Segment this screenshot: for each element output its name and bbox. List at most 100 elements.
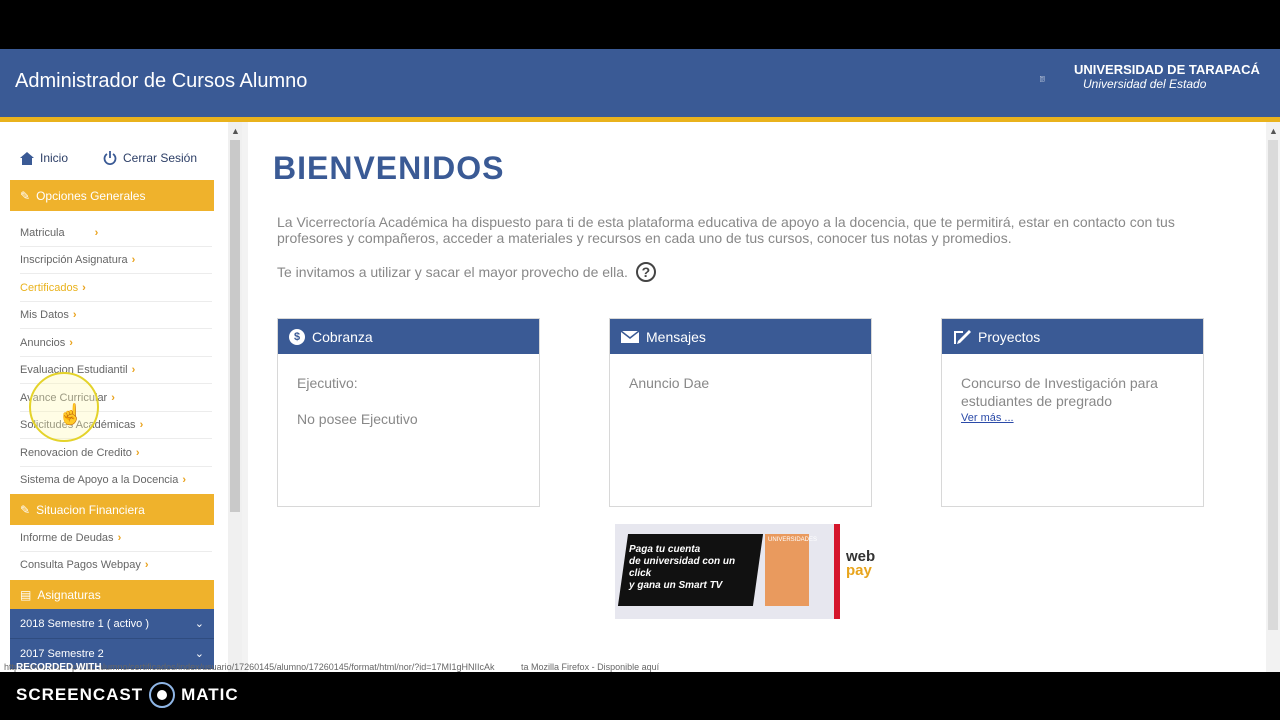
card-mensajes: Mensajes Anuncio Dae	[609, 318, 872, 507]
status-footer-note: ta Mozilla Firefox - Disponible aquí	[521, 662, 660, 672]
recorded-with-label: RECORDED WITH	[16, 662, 102, 673]
card-line: Concurso de Investigación para estudiant…	[961, 375, 1158, 409]
semester-label: 2018 Semestre 1 ( activo )	[20, 617, 150, 630]
record-dot-icon	[149, 682, 176, 708]
webpay-label-b: pay	[846, 562, 872, 579]
banner-line: y gana un Smart TV	[629, 580, 723, 591]
chevron-right-icon: ›	[182, 473, 187, 486]
dollar-icon: $	[289, 328, 305, 345]
chevron-right-icon: ›	[117, 531, 122, 544]
invite-row: Te invitamos a utilizar y sacar el mayor…	[277, 262, 656, 282]
scroll-up-icon[interactable]: ▲	[231, 126, 240, 136]
section-title: Situacion Financiera	[36, 502, 145, 517]
chevron-right-icon: ›	[69, 336, 73, 349]
section-situacion-financiera[interactable]: ✎ Situacion Financiera	[10, 494, 214, 525]
logo-subtitle: Universidad del Estado	[1083, 77, 1207, 91]
section-title: Opciones Generales	[36, 188, 146, 203]
webpay-banner[interactable]: Paga tu cuenta de universidad con un cli…	[615, 524, 840, 619]
menu-item-sistema-apoyo[interactable]: Sistema de Apoyo a la Docencia ›	[20, 466, 212, 493]
menu-item-inscripcion[interactable]: Inscripción Asignatura ›	[20, 246, 212, 274]
menu-item-renovacion[interactable]: Renovacion de Credito ›	[20, 439, 212, 467]
home-link[interactable]: Inicio	[20, 151, 68, 165]
card-line: No posee Ejecutivo	[297, 411, 418, 427]
semester-item-2018-1[interactable]: 2018 Semestre 1 ( activo ) ⌄	[10, 609, 214, 639]
card-header: Proyectos	[942, 319, 1203, 354]
banner-line: de universidad con un click	[629, 556, 736, 579]
logo-title: UNIVERSIDAD DE TARAPACÁ	[1074, 62, 1260, 77]
logout-link[interactable]: Cerrar Sesión	[103, 151, 197, 165]
card-title: Proyectos	[978, 328, 1041, 345]
university-logo-icon	[1040, 76, 1045, 82]
brand-text-a: SCREENCAST	[16, 685, 144, 704]
screencast-watermark: SCREENCAST MATIC	[16, 682, 239, 708]
home-icon	[20, 151, 34, 165]
menu-label: Matricula	[20, 226, 65, 239]
card-proyectos: Proyectos Concurso de Investigación para…	[941, 318, 1204, 507]
semester-label: 2017 Semestre 2	[20, 647, 104, 660]
main-scroll-thumb[interactable]	[1268, 140, 1278, 630]
main-scrollbar[interactable]: ▲	[1266, 122, 1280, 672]
envelope-icon	[621, 330, 639, 343]
chevron-right-icon: ›	[72, 308, 77, 321]
section-asignaturas[interactable]: ▤ Asignaturas	[10, 580, 214, 609]
page-content: Inicio Cerrar Sesión ✎ Opciones Generale…	[0, 122, 1280, 672]
status-bar: http://www.uta.cl/public/alumno/certific…	[0, 662, 1280, 672]
page-title: BIENVENIDOS	[273, 150, 505, 186]
chevron-right-icon: ›	[82, 281, 86, 294]
card-title: Mensajes	[646, 328, 706, 345]
menu-item-matricula[interactable]: Matricula ›	[20, 219, 212, 247]
logout-label: Cerrar Sesión	[123, 151, 198, 165]
banner-line: Paga tu cuenta	[629, 544, 701, 555]
menu-label: Mis Datos	[20, 308, 69, 321]
intro-text: La Vicerrectoría Académica ha dispuesto …	[277, 214, 1175, 246]
sidebar-scroll-thumb[interactable]	[230, 140, 240, 512]
card-cobranza: $ Cobranza Ejecutivo: No posee Ejecutivo	[277, 318, 540, 507]
section-title: Asignaturas	[37, 587, 101, 602]
chevron-right-icon: ›	[131, 253, 136, 266]
menu-item-certificados[interactable]: Certificados ›	[20, 274, 212, 302]
browser-top-area	[0, 0, 1280, 49]
menu-label: Consulta Pagos Webpay	[20, 558, 141, 571]
chevron-right-icon: ›	[131, 363, 136, 376]
chevron-right-icon: ›	[94, 226, 99, 239]
book-label: UNIVERSIDADES	[768, 537, 818, 543]
chevron-right-icon: ›	[111, 391, 115, 404]
menu-label: Inscripción Asignatura	[20, 253, 128, 266]
menu-label: Certificados	[20, 281, 79, 294]
edit-icon	[954, 329, 971, 344]
card-body: Concurso de Investigación para estudiant…	[942, 354, 1203, 444]
card-header: Mensajes	[610, 319, 871, 354]
card-header: $ Cobranza	[278, 319, 539, 354]
banner-text: Paga tu cuenta de universidad con un cli…	[629, 544, 759, 592]
hand-cursor-icon: ☝	[58, 404, 83, 426]
menu-label: Renovacion de Credito	[20, 446, 132, 459]
panel-divider	[242, 122, 248, 672]
book-icon: ▤	[20, 587, 32, 602]
scroll-up-icon[interactable]: ▲	[1269, 126, 1278, 136]
section-opciones-generales[interactable]: ✎ Opciones Generales	[10, 180, 214, 211]
webpay-logo: web pay	[846, 549, 875, 579]
sidebar-scrollbar[interactable]: ▲	[228, 122, 242, 672]
chevron-right-icon: ›	[144, 558, 149, 571]
ver-mas-link[interactable]: Ver más ...	[961, 412, 1184, 424]
help-icon[interactable]: ?	[635, 262, 656, 282]
menu-label: Anuncios	[20, 336, 66, 349]
card-title: Cobranza	[312, 328, 373, 345]
invite-text: Te invitamos a utilizar y sacar el mayor…	[277, 264, 628, 280]
menu-item-anuncios[interactable]: Anuncios ›	[20, 329, 212, 357]
menu-label: Informe de Deudas	[20, 531, 114, 544]
menu-item-consulta-pagos[interactable]: Consulta Pagos Webpay ›	[20, 551, 212, 578]
app-title: Administrador de Cursos Alumno	[15, 70, 308, 92]
home-label: Inicio	[40, 151, 69, 165]
chevron-right-icon: ›	[135, 446, 140, 459]
book-icon: UNIVERSIDADES	[765, 534, 818, 606]
chevron-down-icon: ⌄	[194, 648, 204, 660]
power-icon	[103, 151, 117, 165]
menu-item-informe-deudas[interactable]: Informe de Deudas ›	[20, 524, 212, 552]
menu-label: Sistema de Apoyo a la Docencia	[20, 473, 179, 486]
card-body: Anuncio Dae	[610, 354, 871, 430]
menu-item-mis-datos[interactable]: Mis Datos ›	[20, 301, 212, 329]
section-icon: ✎	[20, 502, 31, 517]
brand-text-b: MATIC	[181, 685, 239, 704]
chevron-right-icon: ›	[139, 418, 144, 431]
